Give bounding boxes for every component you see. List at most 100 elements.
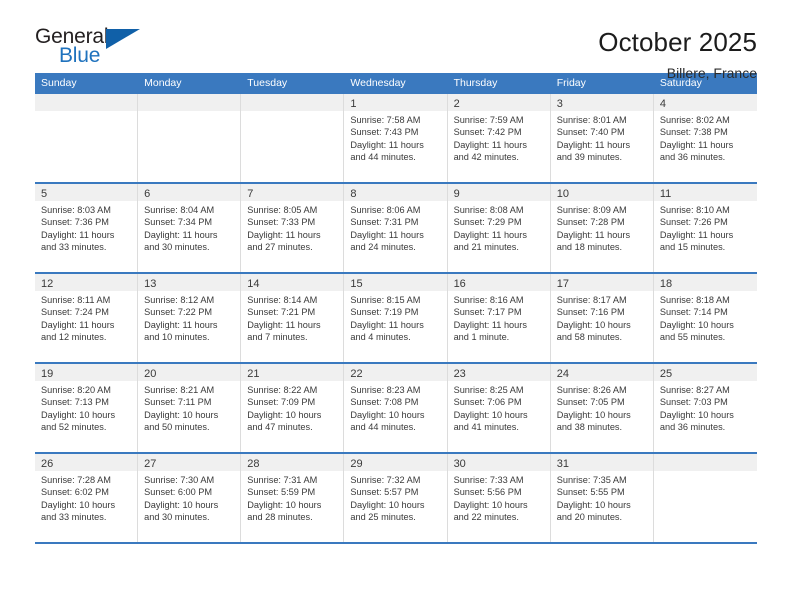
- daylight-duration-line1: Daylight: 10 hours: [144, 409, 219, 420]
- day-sun-info: Sunrise: 8:15 AM Sunset: 7:19 PM Daylight:…: [344, 291, 446, 343]
- calendar-day-cell[interactable]: 22 Sunrise: 8:23 AM Sunset: 7:08 PM Dayligh…: [344, 364, 448, 452]
- calendar-day-cell[interactable]: 14 Sunrise: 8:14 AM Sunset: 7:21 PM Dayligh…: [241, 274, 345, 362]
- calendar-day-cell[interactable]: 12 Sunrise: 8:11 AM Sunset: 7:24 PM Dayligh…: [35, 274, 139, 362]
- day-number: 6: [144, 188, 151, 200]
- calendar-day-cell[interactable]: 16 Sunrise: 8:16 AM Sunset: 7:17 PM Dayligh…: [447, 274, 551, 362]
- sunset-time: Sunset: 5:57 PM: [350, 487, 419, 498]
- sunrise-time: Sunrise: 8:22 AM: [247, 385, 318, 395]
- daylight-duration-line1: Daylight: 11 hours: [453, 319, 527, 330]
- calendar-day-cell[interactable]: 6 Sunrise: 8:04 AM Sunset: 7:34 PM Daylight…: [138, 184, 242, 272]
- weekday-header-saturday: Saturday: [659, 77, 702, 89]
- calendar-day-cell[interactable]: 5 Sunrise: 8:03 AM Sunset: 7:36 PM Daylight…: [35, 184, 139, 272]
- day-sun-info: [241, 111, 343, 114]
- sunrise-time: Sunrise: 8:17 AM: [556, 295, 627, 305]
- day-number-band: 1: [344, 94, 447, 111]
- sunset-time: Sunset: 7:43 PM: [350, 127, 419, 138]
- daylight-duration-line1: Daylight: 10 hours: [453, 499, 528, 510]
- daylight-duration-line1: Daylight: 11 hours: [556, 229, 631, 240]
- day-sun-info: Sunrise: 8:01 AM Sunset: 7:40 PM Daylight:…: [551, 111, 653, 163]
- calendar-day-cell[interactable]: 17 Sunrise: 8:17 AM Sunset: 7:16 PM Dayligh…: [550, 274, 654, 362]
- day-number-band: 21: [241, 364, 344, 381]
- calendar-day-cell[interactable]: 19 Sunrise: 8:20 AM Sunset: 7:13 PM Dayligh…: [35, 364, 139, 452]
- calendar-day-cell[interactable]: 11 Sunrise: 8:10 AM Sunset: 7:26 PM Dayligh…: [653, 184, 757, 272]
- daylight-duration-line2: and 47 minutes.: [247, 421, 313, 432]
- calendar-day-cell[interactable]: 23 Sunrise: 8:25 AM Sunset: 7:06 PM Dayligh…: [447, 364, 551, 452]
- daylight-duration-line2: and 27 minutes.: [247, 241, 313, 252]
- sunset-time: Sunset: 5:59 PM: [247, 487, 316, 498]
- calendar-week-row: 12 Sunrise: 8:11 AM Sunset: 7:24 PM Dayligh…: [35, 274, 757, 364]
- calendar-day-cell[interactable]: 26 Sunrise: 7:28 AM Sunset: 6:02 PM Dayligh…: [35, 454, 139, 542]
- calendar-day-cell[interactable]: 9 Sunrise: 8:08 AM Sunset: 7:29 PM Daylight…: [447, 184, 551, 272]
- daylight-duration-line2: and 30 minutes.: [144, 511, 210, 522]
- sunset-time: Sunset: 7:24 PM: [41, 307, 109, 318]
- calendar-day-cell[interactable]: 29 Sunrise: 7:32 AM Sunset: 5:57 PM Dayligh…: [344, 454, 448, 542]
- day-sun-info: Sunrise: 8:02 AM Sunset: 7:38 PM Daylight:…: [654, 111, 757, 163]
- day-number-band: [138, 94, 241, 111]
- sunset-time: Sunset: 7:17 PM: [453, 307, 522, 318]
- day-number: 5: [41, 188, 48, 200]
- sunset-time: Sunset: 5:56 PM: [453, 487, 522, 498]
- sunrise-time: Sunrise: 7:33 AM: [453, 475, 524, 485]
- daylight-duration-line2: and 52 minutes.: [41, 421, 107, 432]
- calendar-day-cell[interactable]: 31 Sunrise: 7:35 AM Sunset: 5:55 PM Dayligh…: [550, 454, 654, 542]
- day-number-band: 29: [344, 454, 447, 471]
- daylight-duration-line1: Daylight: 11 hours: [350, 139, 424, 150]
- day-number: 7: [247, 188, 254, 200]
- calendar-day-cell[interactable]: 27 Sunrise: 7:30 AM Sunset: 6:00 PM Dayligh…: [138, 454, 242, 542]
- calendar-day-cell[interactable]: 24 Sunrise: 8:26 AM Sunset: 7:05 PM Dayligh…: [550, 364, 654, 452]
- calendar-day-cell[interactable]: 21 Sunrise: 8:22 AM Sunset: 7:09 PM Dayligh…: [241, 364, 345, 452]
- calendar-day-cell[interactable]: 3 Sunrise: 8:01 AM Sunset: 7:40 PM Daylight…: [550, 94, 654, 182]
- calendar-day-cell[interactable]: 25 Sunrise: 8:27 AM Sunset: 7:03 PM Dayligh…: [653, 364, 757, 452]
- day-number-band: 18: [653, 274, 757, 291]
- day-sun-info: Sunrise: 8:04 AM Sunset: 7:34 PM Daylight:…: [138, 201, 240, 253]
- daylight-duration-line1: Daylight: 11 hours: [41, 229, 115, 240]
- sunset-time: Sunset: 7:36 PM: [41, 217, 109, 228]
- sunset-time: Sunset: 7:09 PM: [247, 397, 316, 408]
- sunrise-time: Sunrise: 8:05 AM: [247, 205, 318, 215]
- day-sun-info: Sunrise: 7:35 AM Sunset: 5:55 PM Daylight:…: [551, 471, 653, 523]
- sunset-time: Sunset: 7:26 PM: [659, 217, 728, 228]
- day-sun-info: Sunrise: 8:08 AM Sunset: 7:29 PM Daylight:…: [448, 201, 550, 253]
- sunset-time: Sunset: 7:14 PM: [659, 307, 728, 318]
- calendar-day-cell[interactable]: 20 Sunrise: 8:21 AM Sunset: 7:11 PM Dayligh…: [138, 364, 242, 452]
- daylight-duration-line1: Daylight: 11 hours: [144, 229, 218, 240]
- calendar-day-cell-empty: [653, 454, 757, 542]
- day-number: 21: [247, 368, 260, 380]
- day-sun-info: Sunrise: 8:22 AM Sunset: 7:09 PM Daylight:…: [241, 381, 343, 433]
- day-sun-info: Sunrise: 8:12 AM Sunset: 7:22 PM Daylight:…: [138, 291, 240, 343]
- calendar-day-cell[interactable]: 28 Sunrise: 7:31 AM Sunset: 5:59 PM Dayligh…: [241, 454, 345, 542]
- sunset-time: Sunset: 7:33 PM: [247, 217, 316, 228]
- daylight-duration-line1: Daylight: 11 hours: [659, 229, 734, 240]
- day-sun-info: Sunrise: 8:14 AM Sunset: 7:21 PM Daylight:…: [241, 291, 343, 343]
- sunrise-time: Sunrise: 7:30 AM: [144, 475, 215, 485]
- calendar-day-cell[interactable]: 8 Sunrise: 8:06 AM Sunset: 7:31 PM Daylight…: [344, 184, 448, 272]
- weekday-header-wednesday: Wednesday: [350, 77, 406, 89]
- calendar-day-cell[interactable]: 4 Sunrise: 8:02 AM Sunset: 7:38 PM Daylight…: [653, 94, 757, 182]
- day-number-band: 27: [138, 454, 241, 471]
- daylight-duration-line2: and 39 minutes.: [556, 151, 623, 162]
- day-number: 31: [556, 458, 569, 470]
- calendar-day-cell[interactable]: 30 Sunrise: 7:33 AM Sunset: 5:56 PM Dayligh…: [447, 454, 551, 542]
- daylight-duration-line2: and 58 minutes.: [556, 331, 623, 342]
- calendar-day-cell[interactable]: 15 Sunrise: 8:15 AM Sunset: 7:19 PM Dayligh…: [344, 274, 448, 362]
- day-number: 20: [144, 368, 157, 380]
- page-header: General Blue October 2025 Billere, Franc…: [35, 0, 757, 80]
- calendar-page: General Blue October 2025 Billere, Franc…: [0, 0, 792, 612]
- daylight-duration-line1: Daylight: 10 hours: [556, 499, 631, 510]
- daylight-duration-line2: and 12 minutes.: [41, 331, 107, 342]
- calendar-day-cell[interactable]: 18 Sunrise: 8:18 AM Sunset: 7:14 PM Dayligh…: [653, 274, 757, 362]
- day-number-band: 8: [344, 184, 447, 201]
- daylight-duration-line2: and 36 minutes.: [659, 421, 726, 432]
- day-number-band: 2: [447, 94, 550, 111]
- calendar-day-cell[interactable]: 7 Sunrise: 8:05 AM Sunset: 7:33 PM Daylight…: [241, 184, 345, 272]
- calendar-day-cell[interactable]: 10 Sunrise: 8:09 AM Sunset: 7:28 PM Dayligh…: [550, 184, 654, 272]
- calendar-day-cell[interactable]: 1 Sunrise: 7:58 AM Sunset: 7:43 PM Daylight…: [344, 94, 448, 182]
- day-sun-info: Sunrise: 8:17 AM Sunset: 7:16 PM Daylight:…: [551, 291, 653, 343]
- day-sun-info: [138, 111, 240, 114]
- calendar-week-row: 5 Sunrise: 8:03 AM Sunset: 7:36 PM Daylight…: [35, 184, 757, 274]
- day-number-band: 17: [550, 274, 653, 291]
- calendar-day-cell[interactable]: 2 Sunrise: 7:59 AM Sunset: 7:42 PM Daylight…: [447, 94, 551, 182]
- sunset-time: Sunset: 7:03 PM: [659, 397, 728, 408]
- calendar-day-cell[interactable]: 13 Sunrise: 8:12 AM Sunset: 7:22 PM Dayligh…: [138, 274, 242, 362]
- day-number: 30: [453, 458, 466, 470]
